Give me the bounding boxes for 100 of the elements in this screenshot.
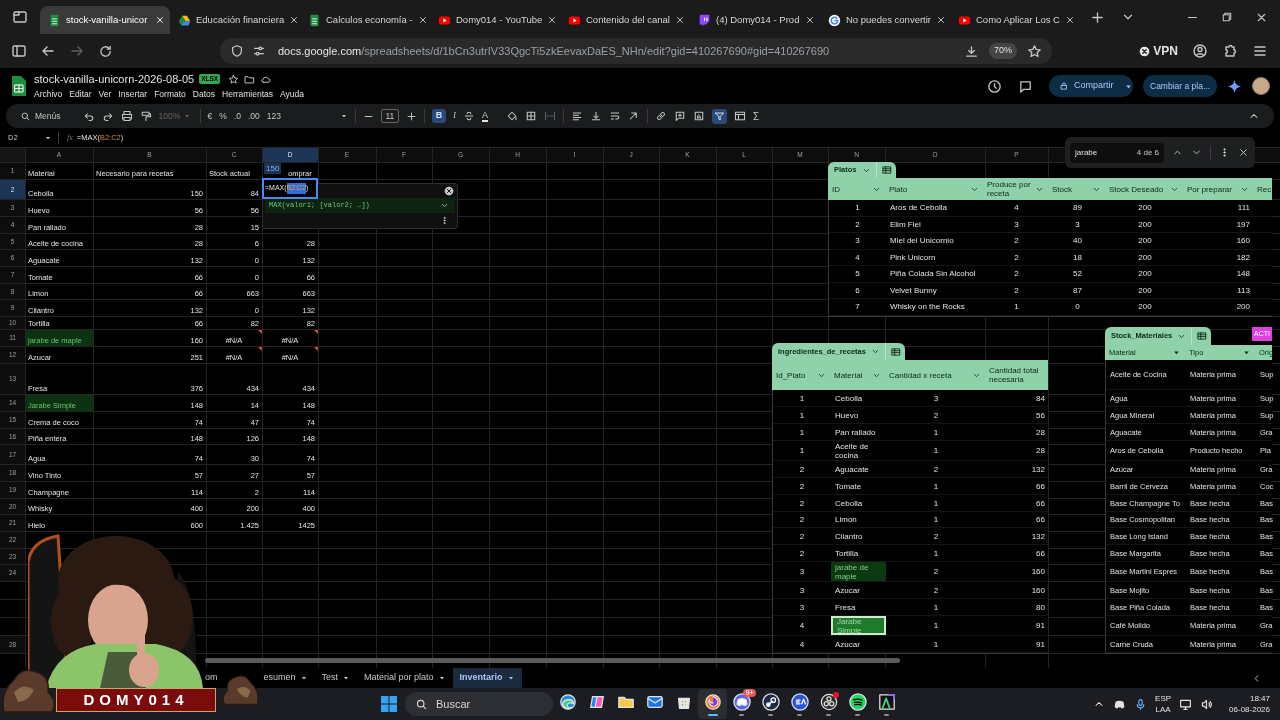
fill-color-icon[interactable] [505, 110, 518, 122]
clock-date[interactable]: 06-08-2026 [1229, 704, 1270, 715]
sheet-tab[interactable]: om [204, 668, 219, 688]
sheet-tab[interactable]: Material por plato [357, 668, 453, 688]
redo-icon[interactable] [101, 110, 114, 122]
taskbar-search-field[interactable]: Buscar [405, 692, 553, 716]
new-tab-icon[interactable] [1090, 9, 1105, 25]
italic-button[interactable]: I [452, 109, 456, 123]
close-icon[interactable] [805, 15, 815, 25]
browser-tab[interactable]: Domy014 - YouTube [430, 6, 560, 34]
extensions-icon[interactable] [1222, 43, 1238, 59]
close-icon[interactable] [1065, 15, 1075, 25]
sparkle-icon[interactable] [1227, 78, 1242, 94]
table-cell-text: 91 [1035, 620, 1046, 632]
horizontal-scrollbar[interactable] [205, 658, 900, 663]
shield-icon[interactable] [230, 44, 244, 58]
bold-button[interactable]: B [431, 109, 446, 123]
decrease-decimals-button[interactable]: .0 [233, 109, 241, 123]
print-icon[interactable] [120, 110, 133, 122]
share-button[interactable]: Compartir [1049, 75, 1133, 97]
restore-icon[interactable] [1221, 11, 1233, 23]
paint-format-icon[interactable] [139, 110, 152, 122]
reload-icon[interactable] [98, 43, 113, 59]
column-header: Rec [1257, 184, 1272, 194]
spreadsheet-logo-icon[interactable] [10, 75, 28, 97]
zoom-badge[interactable]: 70% [989, 43, 1017, 59]
close-icon[interactable] [936, 15, 947, 25]
start-icon[interactable] [380, 695, 398, 713]
sheet-tab[interactable]: Inventario [452, 668, 522, 688]
address-bar[interactable]: docs.google.com/spreadsheets/d/1bCn3utrIV33QgcTi5zkEevaxDaES_NHn/edit?gid=410267690#gid=410267690 70% [220, 38, 1052, 64]
sheet-tab[interactable]: esumen [256, 668, 315, 688]
filter-button[interactable] [711, 108, 727, 124]
history-icon[interactable] [987, 78, 1002, 94]
percent-format-button[interactable]: % [219, 109, 227, 123]
borders-icon[interactable] [524, 110, 537, 122]
more-options-icon[interactable] [440, 216, 449, 225]
menu-item[interactable]: Ver [98, 88, 112, 102]
site-settings-icon[interactable] [252, 44, 266, 58]
text-color-button[interactable]: A [481, 110, 488, 122]
functions-button[interactable]: Σ [752, 108, 760, 124]
horizontal-align-icon[interactable] [570, 110, 583, 122]
sheet-tab[interactable]: Test [314, 668, 358, 688]
close-icon[interactable] [417, 15, 428, 25]
increase-font-size-icon[interactable] [405, 110, 417, 122]
close-icon[interactable] [675, 15, 685, 25]
currency-format-button[interactable]: € [207, 109, 213, 123]
close-icon[interactable] [155, 15, 165, 25]
menu-item[interactable]: Editar [69, 88, 92, 102]
browser-tab[interactable]: Contenido del canal [560, 6, 690, 34]
column-header: ID [832, 184, 840, 194]
increase-decimals-button[interactable]: .00 [247, 109, 260, 123]
column-header: Id_Plato [776, 370, 806, 380]
number-format-button[interactable]: 123 [266, 109, 281, 123]
volume-icon[interactable] [1200, 697, 1214, 711]
text-wrap-icon[interactable] [608, 110, 621, 122]
document-title[interactable]: stock-vanilla-unicorn-2026-08-05 [34, 70, 195, 88]
close-icon[interactable] [1238, 147, 1249, 158]
menu-icon[interactable] [1252, 43, 1268, 59]
folder-icon[interactable] [244, 73, 256, 85]
font-size-field[interactable]: 11 [380, 108, 399, 124]
menus-search-button[interactable]: Menús [20, 109, 61, 123]
menu-item[interactable]: Ayuda [280, 88, 304, 102]
close-icon[interactable] [289, 15, 300, 25]
find-field[interactable]: jarabe 4 de 6 [1070, 142, 1164, 163]
browser-tab[interactable]: Educación financiera [170, 6, 300, 34]
undo-icon[interactable] [82, 110, 95, 122]
close-icon[interactable] [547, 15, 558, 25]
browser-tab[interactable]: Como Aplicar Los C [950, 6, 1080, 34]
clock-time[interactable]: 18:47 [1249, 693, 1270, 704]
language-indicator[interactable]: ESP [1155, 693, 1172, 704]
menu-item[interactable]: Insertar [118, 88, 148, 102]
keyboard-layout[interactable]: LAA [1155, 704, 1171, 715]
text-rotation-icon[interactable] [627, 110, 640, 122]
browser-tab[interactable]: No puedes convertir [820, 6, 950, 34]
strikethrough-icon[interactable] [462, 110, 475, 122]
vertical-align-icon[interactable] [589, 110, 602, 122]
comment-icon[interactable] [1018, 78, 1033, 94]
menu-item[interactable]: Formato [154, 88, 186, 102]
menu-item[interactable]: Datos [192, 88, 216, 102]
add-comment-icon[interactable] [673, 110, 686, 122]
vpn-button[interactable]: VPN [1139, 42, 1178, 60]
close-icon[interactable] [444, 186, 454, 196]
sidebar-icon[interactable] [11, 43, 27, 59]
chart-icon[interactable] [692, 110, 705, 122]
browser-tab[interactable]: Calculos economía - [300, 6, 430, 34]
browser-tab[interactable]: stock-vanilla-unicor [40, 6, 170, 34]
menu-item[interactable]: Archivo [34, 88, 63, 102]
browser-tab[interactable]: (4) Domy014 - Prod [690, 6, 820, 34]
filter-views-icon[interactable] [733, 110, 746, 122]
link-icon[interactable] [654, 110, 667, 122]
download-icon[interactable] [964, 43, 979, 59]
menu-item[interactable]: Herramientas [222, 88, 274, 102]
tabs-icon[interactable] [12, 9, 28, 25]
switch-mode-button[interactable]: Cambiar a pla... [1143, 75, 1217, 97]
star-icon[interactable] [228, 73, 240, 85]
profile-icon[interactable] [1192, 43, 1208, 59]
taskbar-app[interactable] [698, 689, 727, 719]
network-icon[interactable] [1179, 697, 1193, 711]
bookmark-star-icon[interactable] [1027, 43, 1042, 59]
avatar[interactable] [1252, 77, 1270, 95]
